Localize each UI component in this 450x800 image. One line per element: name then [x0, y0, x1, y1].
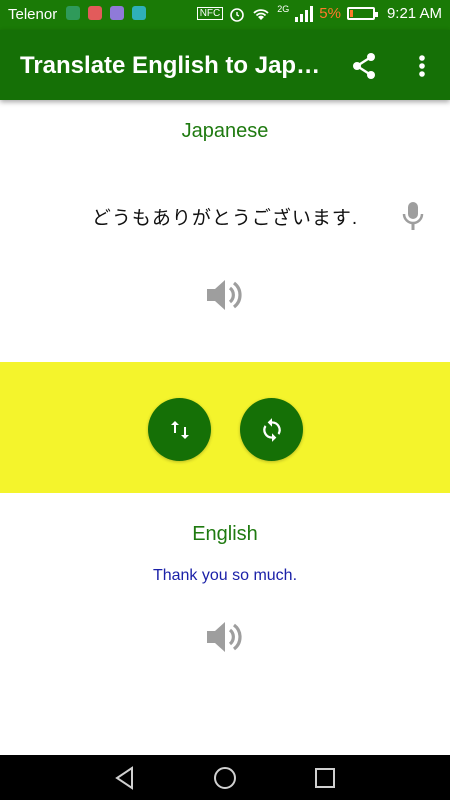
- status-bar: Telenor NFC 2G 5% 9:21 AM: [0, 0, 450, 30]
- nfc-icon: NFC: [196, 7, 224, 20]
- network-type: 2G: [277, 3, 290, 14]
- broom-icon: [66, 6, 80, 20]
- wifi-icon: [253, 8, 269, 20]
- notification-icons: [66, 6, 146, 20]
- source-language-label: Japanese: [181, 120, 269, 142]
- signal-icon: [295, 5, 314, 22]
- recents-square-icon: [315, 768, 335, 788]
- microphone-button[interactable]: [400, 200, 426, 232]
- carrier-name: Telenor: [8, 6, 58, 23]
- back-button[interactable]: [112, 765, 138, 791]
- app-notification-icon: [88, 6, 102, 20]
- app-title: Translate English to Japa...: [20, 52, 325, 79]
- swap-vert-icon: [170, 420, 189, 439]
- microphone-icon: [402, 202, 424, 230]
- sync-icon: [262, 417, 281, 442]
- app-bar: Translate English to Japa...: [0, 30, 450, 100]
- refresh-button[interactable]: [240, 398, 303, 461]
- battery-icon: [346, 7, 378, 20]
- source-text[interactable]: どうもありがとうございます.: [50, 203, 400, 230]
- swap-languages-button[interactable]: [148, 398, 211, 461]
- target-language-label: English: [192, 523, 258, 545]
- recents-button[interactable]: [312, 765, 338, 791]
- source-speak-button[interactable]: [203, 275, 247, 315]
- gallery-icon: [110, 6, 124, 20]
- target-speak-button[interactable]: [203, 617, 247, 657]
- action-band: [0, 362, 450, 493]
- more-vert-icon: [419, 55, 425, 77]
- alarm-icon: [230, 7, 245, 22]
- home-circle-icon: [214, 767, 236, 789]
- translated-text: Thank you so much.: [152, 567, 298, 584]
- download-icon: [132, 6, 146, 20]
- share-button[interactable]: [349, 50, 381, 82]
- share-icon: [353, 53, 375, 79]
- clock: 9:21 AM: [386, 5, 442, 22]
- navigation-bar: [0, 755, 450, 800]
- speaker-icon: [207, 280, 242, 310]
- battery-percent: 5%: [319, 5, 341, 22]
- overflow-menu-button[interactable]: [412, 50, 432, 82]
- home-button[interactable]: [212, 765, 238, 791]
- speaker-icon: [207, 622, 242, 652]
- back-triangle-icon: [115, 766, 133, 790]
